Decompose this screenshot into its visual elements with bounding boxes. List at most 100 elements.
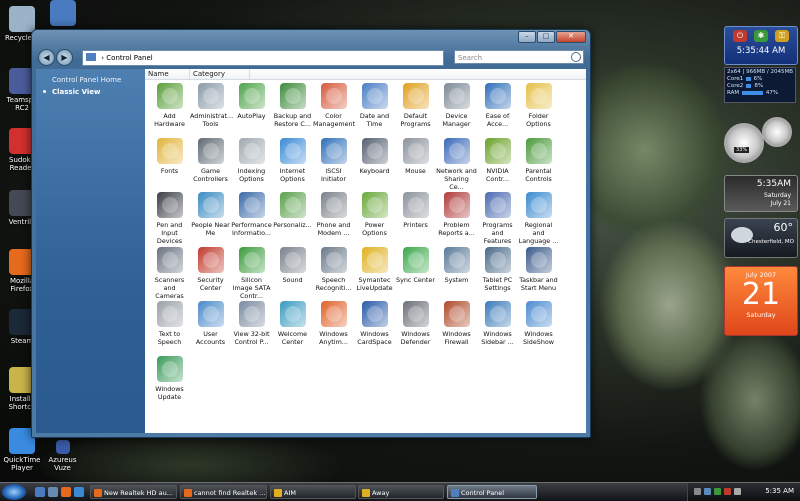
control-panel-item[interactable]: Network and Sharing Ce... bbox=[436, 136, 477, 191]
control-panel-item[interactable]: People Near Me bbox=[190, 190, 231, 245]
control-panel-item[interactable]: Power Options bbox=[354, 190, 395, 245]
media-player-icon[interactable] bbox=[74, 487, 84, 497]
desktop-icon-top-3[interactable] bbox=[88, 0, 118, 28]
control-panel-item[interactable]: View 32-bit Control P... bbox=[231, 299, 272, 354]
desktop-icon-top-2[interactable] bbox=[48, 0, 78, 28]
classic-view-link[interactable]: Classic View bbox=[52, 88, 101, 96]
control-panel-item[interactable]: Color Management bbox=[313, 81, 355, 136]
tray-icon[interactable] bbox=[704, 488, 711, 495]
control-panel-item[interactable]: Speech Recogniti... bbox=[313, 245, 354, 300]
volume-icon[interactable] bbox=[734, 488, 741, 495]
column-header-name[interactable]: Name bbox=[145, 69, 190, 79]
control-panel-item[interactable]: Windows Defender bbox=[395, 299, 436, 354]
forward-button[interactable]: ▶ bbox=[56, 49, 73, 66]
firefox-icon[interactable] bbox=[61, 487, 71, 497]
control-panel-item[interactable]: Regional and Language ... bbox=[518, 190, 559, 245]
control-panel-item[interactable]: AutoPlay bbox=[231, 81, 272, 136]
control-panel-item[interactable]: Default Programs bbox=[395, 81, 436, 136]
search-input[interactable]: Search bbox=[454, 50, 584, 64]
control-panel-item[interactable]: Windows Firewall bbox=[436, 299, 477, 354]
control-panel-item[interactable]: Phone and Modem ... bbox=[313, 190, 354, 245]
control-panel-item[interactable]: Windows CardSpace bbox=[354, 299, 395, 354]
show-desktop-icon[interactable] bbox=[35, 487, 45, 497]
gauge-dial bbox=[724, 123, 764, 163]
control-panel-item[interactable]: iSCSI Initiator bbox=[313, 136, 354, 191]
control-panel-item[interactable]: Silicon Image SATA Contr... bbox=[231, 245, 272, 300]
control-panel-item[interactable]: Windows SideShow bbox=[518, 299, 559, 354]
control-panel-item[interactable]: Windows Update bbox=[149, 354, 190, 409]
control-panel-item[interactable]: NVIDIA Contr... bbox=[477, 136, 518, 191]
control-panel-item[interactable]: Internet Options bbox=[272, 136, 313, 191]
control-panel-item[interactable]: Mouse bbox=[395, 136, 436, 191]
start-button[interactable] bbox=[2, 484, 26, 500]
minimize-button[interactable]: – bbox=[518, 31, 536, 43]
taskbar-button[interactable]: Away bbox=[358, 485, 444, 499]
control-panel-item[interactable]: Ease of Acce... bbox=[477, 81, 518, 136]
taskbar-button[interactable]: AIM bbox=[270, 485, 356, 499]
address-bar[interactable]: › Control Panel bbox=[82, 50, 444, 66]
control-panel-item[interactable]: System bbox=[436, 245, 477, 300]
control-panel-item[interactable]: User Accounts bbox=[190, 299, 231, 354]
control-panel-item[interactable]: Pen and Input Devices bbox=[149, 190, 190, 245]
control-panel-item[interactable]: Welcome Center bbox=[272, 299, 313, 354]
switch-windows-icon[interactable] bbox=[48, 487, 58, 497]
control-panel-item[interactable]: Taskbar and Start Menu bbox=[518, 245, 559, 300]
taskbar-clock[interactable]: 5:35 AM bbox=[765, 487, 794, 495]
control-panel-item[interactable]: Tablet PC Settings bbox=[477, 245, 518, 300]
control-panel-item[interactable]: Keyboard bbox=[354, 136, 395, 191]
control-panel-item[interactable]: Parental Controls bbox=[518, 136, 559, 191]
control-panel-item-icon bbox=[361, 246, 388, 273]
control-panel-item[interactable]: Add Hardware bbox=[149, 81, 190, 136]
control-panel-item[interactable]: Windows Sidebar ... bbox=[477, 299, 518, 354]
lock-icon[interactable]: ⚿ bbox=[775, 30, 789, 42]
tray-icon[interactable] bbox=[694, 488, 701, 495]
control-panel-item[interactable]: Administrat... Tools bbox=[190, 81, 233, 136]
control-panel-item[interactable]: Windows Anytim... bbox=[313, 299, 354, 354]
cpu-row-value: 47% bbox=[765, 90, 779, 96]
cpu-row-value: 6% bbox=[753, 76, 763, 82]
power-icon[interactable]: ⏻ bbox=[733, 30, 747, 42]
control-panel-item[interactable]: Device Manager bbox=[436, 81, 477, 136]
taskbar-button[interactable]: Control Panel bbox=[447, 485, 537, 499]
control-panel-item[interactable]: Text to Speech bbox=[149, 299, 190, 354]
control-panel-item-label: Sync Center bbox=[396, 275, 435, 284]
control-panel-item-icon bbox=[402, 246, 429, 273]
control-panel-item[interactable]: Indexing Options bbox=[231, 136, 272, 191]
control-panel-item[interactable]: Security Center bbox=[190, 245, 231, 300]
column-header-category[interactable]: Category bbox=[190, 69, 250, 79]
desktop-icon-label: Azureus Vuze bbox=[48, 456, 77, 472]
maximize-button[interactable]: □ bbox=[537, 31, 555, 43]
control-panel-item-label: Text to Speech bbox=[157, 330, 182, 347]
taskbar-button[interactable]: New Realtek HD au... bbox=[90, 485, 177, 499]
control-panel-item[interactable]: Personaliz... bbox=[272, 190, 313, 245]
settings-icon[interactable]: ✱ bbox=[754, 30, 768, 42]
control-panel-window[interactable]: – □ ✕ ◀ ▶ › Control Panel Search Control… bbox=[31, 29, 591, 438]
control-panel-item[interactable]: Performance Informatio... bbox=[231, 190, 272, 245]
control-panel-item-label: Keyboard bbox=[359, 166, 390, 175]
control-panel-home-link[interactable]: Control Panel Home bbox=[52, 76, 121, 84]
control-panel-item[interactable]: Fonts bbox=[149, 136, 190, 191]
control-panel-item[interactable]: Problem Reports a... bbox=[436, 190, 477, 245]
control-panel-item[interactable]: Folder Options bbox=[518, 81, 559, 136]
taskbar-button[interactable]: cannot find Realtek ... bbox=[180, 485, 267, 499]
control-panel-item[interactable]: Game Controllers bbox=[190, 136, 231, 191]
sidebar-clock-gadget[interactable]: ⏻ ✱ ⚿ 5:35:44 AM bbox=[724, 26, 798, 65]
control-panel-item-label: Windows CardSpace bbox=[357, 330, 392, 347]
control-panel-item[interactable]: Sync Center bbox=[395, 245, 436, 300]
tray-icon[interactable] bbox=[724, 488, 731, 495]
control-panel-item[interactable]: Symantec LiveUpdate bbox=[354, 245, 395, 300]
control-panel-item-icon bbox=[238, 301, 265, 328]
control-panel-item[interactable]: Backup and Restore C... bbox=[272, 81, 313, 136]
close-button[interactable]: ✕ bbox=[556, 31, 586, 43]
tray-icon[interactable] bbox=[714, 488, 721, 495]
desktop-icon-azureus[interactable]: Azureus Vuze bbox=[40, 440, 85, 472]
search-icon[interactable] bbox=[571, 52, 581, 62]
control-panel-item[interactable]: Printers bbox=[395, 190, 436, 245]
control-panel-item-label: Game Controllers bbox=[193, 166, 228, 183]
control-panel-item[interactable]: Scanners and Cameras bbox=[149, 245, 190, 300]
control-panel-item[interactable]: Sound bbox=[272, 245, 313, 300]
desktop-icon-label: Steam bbox=[10, 337, 34, 345]
back-button[interactable]: ◀ bbox=[38, 49, 55, 66]
control-panel-item[interactable]: Programs and Features bbox=[477, 190, 518, 245]
control-panel-item[interactable]: Date and Time bbox=[354, 81, 395, 136]
